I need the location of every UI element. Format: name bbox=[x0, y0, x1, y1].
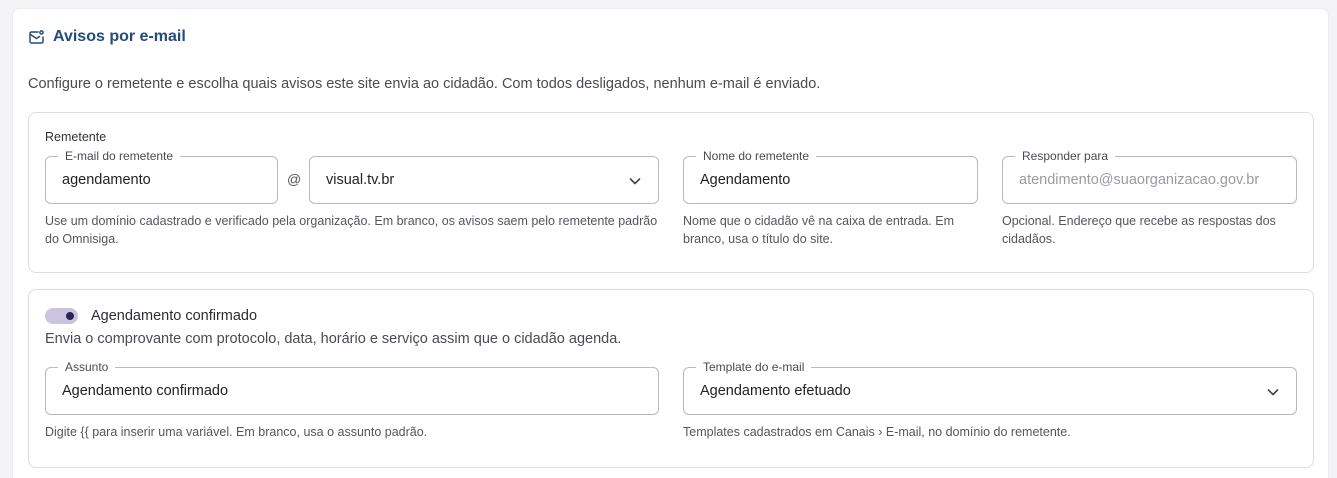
at-symbol: @ bbox=[287, 171, 302, 187]
sender-name-help: Nome que o cidadão vê na caixa de entrad… bbox=[683, 214, 955, 246]
subject-help: Digite {{ para inserir uma variável. Em … bbox=[45, 425, 428, 439]
sender-name-field[interactable]: Nome do remetente Agendamento bbox=[683, 149, 978, 204]
sender-domain-select[interactable]: visual.tv.br bbox=[309, 156, 659, 204]
sender-group-label: Remetente bbox=[45, 130, 107, 144]
chevron-down-icon bbox=[1266, 385, 1280, 399]
card-title: Avisos por e-mail bbox=[53, 28, 186, 45]
reply-to-label: Responder para bbox=[1015, 149, 1116, 163]
sender-email-field[interactable]: E-mail do remetente agendamento bbox=[45, 149, 278, 204]
reply-to-help: Opcional. Endereço que recebe as respost… bbox=[1002, 214, 1276, 246]
card-description: Configure o remetente e escolha quais av… bbox=[28, 76, 821, 92]
sender-email-label: E-mail do remetente bbox=[58, 149, 181, 163]
mail-bell-icon bbox=[28, 29, 45, 46]
toggle-knob bbox=[66, 312, 74, 320]
template-label: Template do e-mail bbox=[696, 360, 812, 374]
sender-domain-value: visual.tv.br bbox=[326, 172, 395, 188]
card-header: Avisos por e-mail bbox=[28, 28, 186, 46]
template-value: Agendamento efetuado bbox=[700, 383, 851, 399]
notice-confirmed-title: Agendamento confirmado bbox=[91, 308, 258, 324]
template-help: Templates cadastrados em Canais › E-mail… bbox=[683, 425, 1071, 439]
sender-email-help: Use um domínio cadastrado e verificado p… bbox=[45, 214, 658, 246]
reply-to-placeholder: atendimento@suaorganizacao.gov.br bbox=[1019, 172, 1260, 188]
sender-name-label: Nome do remetente bbox=[696, 149, 817, 163]
subject-label: Assunto bbox=[58, 360, 116, 374]
template-select[interactable]: Template do e-mail Agendamento efetuado bbox=[683, 360, 1297, 415]
notice-confirmed-toggle[interactable] bbox=[45, 308, 78, 324]
subject-field[interactable]: Assunto Agendamento confirmado bbox=[45, 360, 659, 415]
chevron-down-icon bbox=[628, 174, 642, 188]
subject-value: Agendamento confirmado bbox=[62, 383, 229, 399]
sender-name-value: Agendamento bbox=[700, 172, 791, 188]
notice-confirmed-description: Envia o comprovante com protocolo, data,… bbox=[45, 331, 622, 347]
sender-email-value: agendamento bbox=[62, 172, 151, 188]
reply-to-field[interactable]: Responder para atendimento@suaorganizaca… bbox=[1002, 149, 1297, 204]
